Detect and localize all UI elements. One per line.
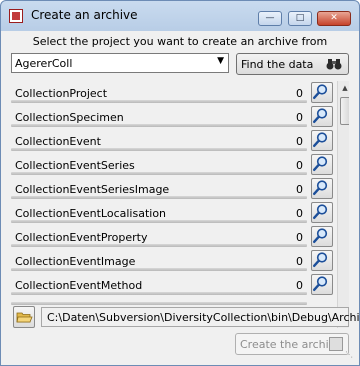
row-count: 0 [296, 231, 303, 244]
row-label: CollectionEventMethod [15, 279, 143, 292]
resize-grip-icon[interactable]: ⋱ [345, 350, 353, 359]
row-progress-bar [11, 124, 307, 127]
row-progress-bar [11, 220, 307, 223]
list-item: CollectionEvent 0 [11, 129, 333, 153]
list-item: CollectionEventLocalisation 0 [11, 201, 333, 225]
row-label: CollectionEvent [15, 135, 101, 148]
archive-icon [329, 337, 343, 351]
row-details-button[interactable] [311, 226, 333, 247]
row-label: CollectionEventSeriesImage [15, 183, 170, 196]
magnifier-icon [313, 228, 328, 244]
project-select-value: AgererColl [15, 57, 73, 70]
row-label: CollectionEventProperty [15, 231, 148, 244]
row-progress-bar [11, 172, 307, 175]
magnifier-icon [313, 132, 328, 148]
row-label: CollectionEventLocalisation [15, 207, 167, 220]
magnifier-icon [313, 276, 328, 292]
find-data-label: Find the data [241, 58, 314, 71]
list-item: CollectionEventImage 0 [11, 249, 333, 273]
row-progress-bar [11, 244, 307, 247]
binoculars-icon [326, 58, 342, 73]
project-select[interactable]: AgererColl ▼ [11, 53, 229, 73]
row-count: 0 [296, 111, 303, 124]
folder-open-icon [16, 312, 33, 323]
maximize-button[interactable]: □ [288, 11, 312, 26]
create-archive-window: Create an archive — □ ✕ Select the proje… [0, 0, 360, 366]
row-progress-bar [11, 302, 307, 305]
row-count: 0 [296, 159, 303, 172]
row-count: 0 [296, 135, 303, 148]
row-details-button[interactable] [311, 82, 333, 103]
choose-folder-button[interactable] [13, 306, 35, 328]
row-count: 0 [296, 183, 303, 196]
archive-app-icon [9, 9, 23, 23]
minimize-button[interactable]: — [258, 11, 282, 26]
list-item: CollectionEventMethod 0 [11, 273, 333, 297]
row-label: CollectionEventSeries [15, 159, 135, 172]
magnifier-icon [313, 108, 328, 124]
list-item: CollectionEventSeries 0 [11, 153, 333, 177]
row-count: 0 [296, 87, 303, 100]
chevron-up-icon[interactable]: ▲ [338, 81, 349, 95]
row-details-button[interactable] [311, 130, 333, 151]
list-item: CollectionProject 0 [11, 81, 333, 105]
row-details-button[interactable] [311, 106, 333, 127]
row-progress-bar [11, 148, 307, 151]
archive-path-field[interactable]: C:\Daten\Subversion\DiversityCollection\… [41, 307, 359, 327]
row-details-button[interactable] [311, 154, 333, 175]
list-item: CollectionEventSeriesImage 0 [11, 177, 333, 201]
create-archive-label: Create the archive [240, 338, 342, 351]
find-data-button[interactable]: Find the data [236, 53, 349, 75]
row-details-button[interactable] [311, 274, 333, 295]
row-progress-bar [11, 196, 307, 199]
row-count: 0 [296, 255, 303, 268]
table-list: CollectionProject 0 CollectionSpecimen 0… [11, 81, 349, 328]
row-count: 0 [296, 279, 303, 292]
row-details-button[interactable] [311, 250, 333, 271]
dialog-body: Select the project you want to create an… [7, 31, 359, 359]
chevron-down-icon[interactable]: ▼ [217, 56, 224, 66]
magnifier-icon [313, 204, 328, 220]
row-label: CollectionSpecimen [15, 111, 124, 124]
archive-path-text: C:\Daten\Subversion\DiversityCollection\… [47, 311, 360, 324]
list-item: CollectionSpecimen 0 [11, 105, 333, 129]
close-button[interactable]: ✕ [317, 11, 351, 26]
window-title: Create an archive [31, 8, 138, 22]
magnifier-icon [313, 180, 328, 196]
row-progress-bar [11, 100, 307, 103]
magnifier-icon [313, 252, 328, 268]
row-label: CollectionProject [15, 87, 108, 100]
list-scrollbar[interactable]: ▲ ▼ [337, 81, 349, 328]
row-label: CollectionEventImage [15, 255, 136, 268]
row-details-button[interactable] [311, 178, 333, 199]
instruction-text: Select the project you want to create an… [32, 35, 328, 48]
row-progress-bar [11, 292, 307, 295]
row-progress-bar [11, 268, 307, 271]
title-bar[interactable]: Create an archive — □ ✕ [1, 1, 359, 31]
row-count: 0 [296, 207, 303, 220]
magnifier-icon [313, 156, 328, 172]
magnifier-icon [313, 84, 328, 100]
create-archive-button[interactable]: Create the archive [235, 333, 349, 355]
row-details-button[interactable] [311, 202, 333, 223]
scrollbar-thumb[interactable] [340, 97, 349, 125]
list-item: CollectionEventProperty 0 [11, 225, 333, 249]
